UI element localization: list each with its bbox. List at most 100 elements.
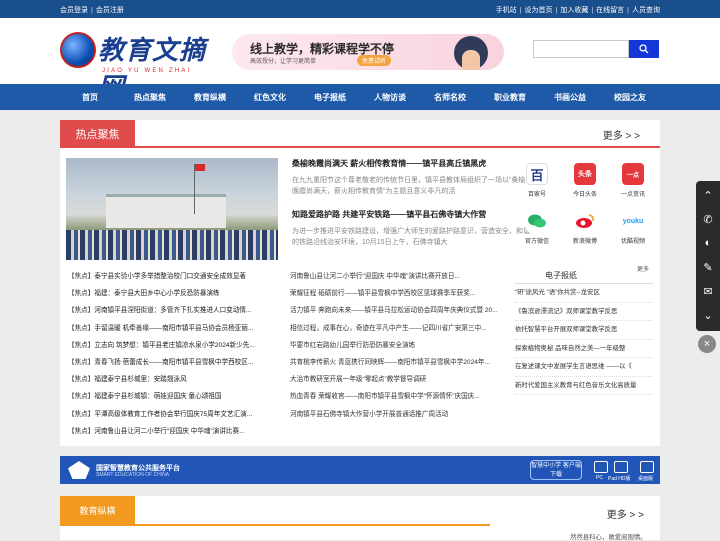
- ad-banner[interactable]: 线上教学，精彩课程学不停 高效授分，让学习更简单 免费试听: [232, 34, 504, 70]
- youku-icon: youku: [622, 210, 644, 232]
- list-item[interactable]: 共育桃李传薪火 青蓝携行同映辉——南阳市镇平县雪枫中学2024年...: [290, 356, 510, 373]
- nav-calligraphy[interactable]: 书画公益: [554, 92, 586, 103]
- top-bar: 会员登录 | 会员注册 手机站 | 设为首页 | 加入收藏 | 在线留言 | 人员查询: [0, 0, 720, 18]
- add-favorite-link[interactable]: 加入收藏: [560, 7, 588, 14]
- nav-hot[interactable]: 热点聚焦: [134, 92, 166, 103]
- epaper-panel: 电子报纸 更多 “研”途风光 “语”你共赏--龙安区 《鲁滨逊漂流记》双师课堂教…: [515, 267, 653, 395]
- app-wechat[interactable]: 官方微信: [517, 210, 557, 245]
- device-label: PC: [596, 475, 603, 481]
- chevron-up-icon[interactable]: ⌃: [696, 183, 720, 207]
- smart-education-logo-icon: [68, 461, 90, 479]
- education-section-tag: 教育纵横: [60, 496, 135, 524]
- education-more-link[interactable]: 更多 > >: [607, 506, 644, 521]
- hot-section: 热点聚焦 更多 > > 桑榆晚霞尚满天 薪火相传教育情——镇平县高丘镇黑虎 在九…: [60, 120, 660, 446]
- nav-education[interactable]: 教育纵横: [194, 92, 226, 103]
- nav-vocational[interactable]: 职业教育: [494, 92, 526, 103]
- login-link[interactable]: 会员登录: [60, 7, 88, 14]
- list-item[interactable]: 荣耀征程 砥砺前行——镇平县雪枫中学西校区篮球赛季军获奖...: [290, 287, 510, 304]
- focus-list-left: 【焦点】泰宁县实验小学多举措整治校门口交通安全成效显著 【焦点】福建：泰宁县大田…: [68, 270, 284, 442]
- education-section-divider: [60, 524, 490, 526]
- message-link[interactable]: 在线留言: [596, 7, 624, 14]
- client-download-button[interactable]: 智慧中小学 客户端下载: [530, 460, 582, 480]
- list-item[interactable]: 【焦点】泰宁县实验小学多举措整治校门口交通安全成效显著: [68, 270, 284, 287]
- mail-icon[interactable]: ✉: [696, 279, 720, 303]
- nav-epaper[interactable]: 电子报纸: [314, 92, 346, 103]
- pc-icon: [594, 461, 608, 473]
- featured-headline[interactable]: 知路爱路护路 共建平安铁路——镇平县石佛寺镇大作营: [292, 209, 532, 220]
- students-crowd: [66, 230, 278, 260]
- nav-red-culture[interactable]: 红色文化: [254, 92, 286, 103]
- featured-photo[interactable]: [66, 158, 278, 260]
- app-baijiahao[interactable]: 百 百家号: [517, 163, 557, 198]
- chevron-down-icon[interactable]: ⌄: [696, 303, 720, 327]
- app-toutiao[interactable]: 头条 今日头条: [565, 163, 605, 198]
- list-item[interactable]: 【焦点】福建：泰宁县大田乡中心小学反恐防暴演练: [68, 287, 284, 304]
- app-label: 优酷视频: [620, 239, 645, 245]
- edit-icon[interactable]: ✎: [696, 255, 720, 279]
- main-nav: 首页 热点聚焦 教育纵横 红色文化 电子报纸 人物访谈 名师名校 职业教育 书画…: [0, 84, 720, 110]
- nav-home[interactable]: 首页: [82, 92, 98, 103]
- site-logo[interactable]: 教育文摘网 JIAO YU WEN ZHAI: [60, 30, 210, 103]
- featured-headline[interactable]: 桑榆晚霞尚满天 薪火相传教育情——镇平县高丘镇黑虎: [292, 158, 532, 169]
- app-youku[interactable]: youku 优酷视频: [613, 210, 653, 245]
- hot-more-link[interactable]: 更多 > >: [603, 127, 640, 142]
- epaper-item[interactable]: 新时代爱国主义教育与红色音乐文化高质量: [515, 377, 653, 395]
- epaper-item[interactable]: “研”途风光 “语”你共赏--龙安区: [515, 284, 653, 303]
- desktop-icon: [640, 461, 654, 473]
- nav-teachers-schools[interactable]: 名师名校: [434, 92, 466, 103]
- app-yidian[interactable]: 一点 一点资讯: [613, 163, 653, 198]
- header: 教育文摘网 JIAO YU WEN ZHAI 线上教学，精彩课程学不停 高效授分…: [0, 18, 720, 103]
- app-label: 今日头条: [572, 192, 597, 198]
- top-bar-left: 会员登录 | 会员注册: [60, 7, 124, 14]
- list-item[interactable]: 【焦点】平潭高级体教育工作者协会举行国庆75周年文艺汇演...: [68, 408, 284, 425]
- list-item[interactable]: 热血青春 荣耀收官——南阳市镇平县雪枫中学“怀源情怀”庆国庆...: [290, 390, 510, 407]
- hot-section-tag: 热点聚焦: [60, 120, 135, 148]
- teacher-face: [462, 50, 480, 70]
- app-weibo[interactable]: 新浪微博: [565, 210, 605, 245]
- staff-query-link[interactable]: 人员查询: [632, 7, 660, 14]
- list-item[interactable]: 【焦点】手留温暖 机牵善缘——南阳市镇平县马协会员杨亚丽...: [68, 322, 284, 339]
- list-item[interactable]: 河南镇平县石佛寺镇大作营小学开展普通话推广周活动: [290, 408, 510, 425]
- list-item[interactable]: 河南鲁山县让河二小举行“迎国庆 中华魂”演讲比赛开放日...: [290, 270, 510, 287]
- list-item[interactable]: 相信过程，成事在心，奇迹在平凡中产生——记四川省广安第三中...: [290, 322, 510, 339]
- nav-campus-friends[interactable]: 校园之友: [614, 92, 646, 103]
- epaper-title: 电子报纸: [545, 271, 577, 280]
- list-item[interactable]: 【焦点】立志向 筑梦想：镇平县老庄镇凉水泉小学2024新少先...: [68, 339, 284, 356]
- epaper-header: 电子报纸 更多: [515, 267, 653, 284]
- list-item[interactable]: 【焦点】河南鲁山县让河二小举行“迎国庆 中华魂”演讲比赛...: [68, 425, 284, 442]
- list-item[interactable]: 【焦点】福建泰宁县杉城里：安踏翘泳风: [68, 373, 284, 390]
- school-building: [106, 194, 226, 228]
- list-item[interactable]: 华要市红岩路幼儿园举行防恐防暴安全演练: [290, 339, 510, 356]
- register-link[interactable]: 会员注册: [96, 7, 124, 14]
- list-item[interactable]: 大治市教研室开展一年级“零起点”教学督导调研: [290, 373, 510, 390]
- epaper-item[interactable]: 《鲁滨逊漂流记》双师课堂教学反思: [515, 303, 653, 321]
- toutiao-icon: 头条: [574, 163, 596, 185]
- epaper-item[interactable]: 依托智慧平台开展双师课堂教学反思: [515, 321, 653, 340]
- close-icon[interactable]: ×: [698, 335, 716, 353]
- search-input[interactable]: [533, 40, 629, 58]
- yidian-icon: 一点: [622, 163, 644, 185]
- flag: [195, 164, 205, 171]
- smart-education-banner[interactable]: 国家智慧教育公共服务平台 SMART EDUCATION OF CHINA 智慧…: [60, 456, 660, 484]
- hot-section-header: 热点聚焦 更多 > >: [60, 120, 660, 148]
- app-label: 百家号: [527, 192, 546, 198]
- set-homepage-link[interactable]: 设为首页: [525, 7, 553, 14]
- epaper-item[interactable]: 在复述课文中发展学生言语思维 ——以《: [515, 358, 653, 377]
- list-item[interactable]: 活力镇平 奔跑向未来——镇平县马拉松运动协会四周年庆典仪式暨 20...: [290, 304, 510, 321]
- featured-summary: 在九九重阳节这个尊老敬老的传统节日里，镇平县教体局组织了一场以“桑榆晚霞尚满天，…: [292, 177, 526, 195]
- qq-icon[interactable]: ◐: [696, 231, 720, 255]
- epaper-more-link[interactable]: 更多: [637, 264, 649, 273]
- banner-free-button[interactable]: 免费试听: [357, 55, 392, 66]
- smart-education-subtitle: SMART EDUCATION OF CHINA: [96, 472, 170, 478]
- pad-icon: [614, 461, 628, 473]
- globe-icon: [60, 32, 96, 68]
- mobile-link[interactable]: 手机站: [496, 7, 517, 14]
- search-button[interactable]: [629, 40, 659, 58]
- list-item[interactable]: 【焦点】福建泰宁县杉城镇：萌娃迎国庆 童心颂祖国: [68, 390, 284, 407]
- logo-subtitle: JIAO YU WEN ZHAI: [102, 68, 192, 74]
- list-item[interactable]: 【焦点】青春飞扬 蓓蕾成长——南阳市镇平县雪枫中学西校区...: [68, 356, 284, 373]
- nav-interviews[interactable]: 人物访谈: [374, 92, 406, 103]
- list-item[interactable]: 【焦点】河南镇平县涅阳街道：多管齐下扎实推进人口变动情...: [68, 304, 284, 321]
- phone-icon[interactable]: ✆: [696, 207, 720, 231]
- epaper-item[interactable]: 探索植物奥秘 品味自然之美—一年级整: [515, 340, 653, 358]
